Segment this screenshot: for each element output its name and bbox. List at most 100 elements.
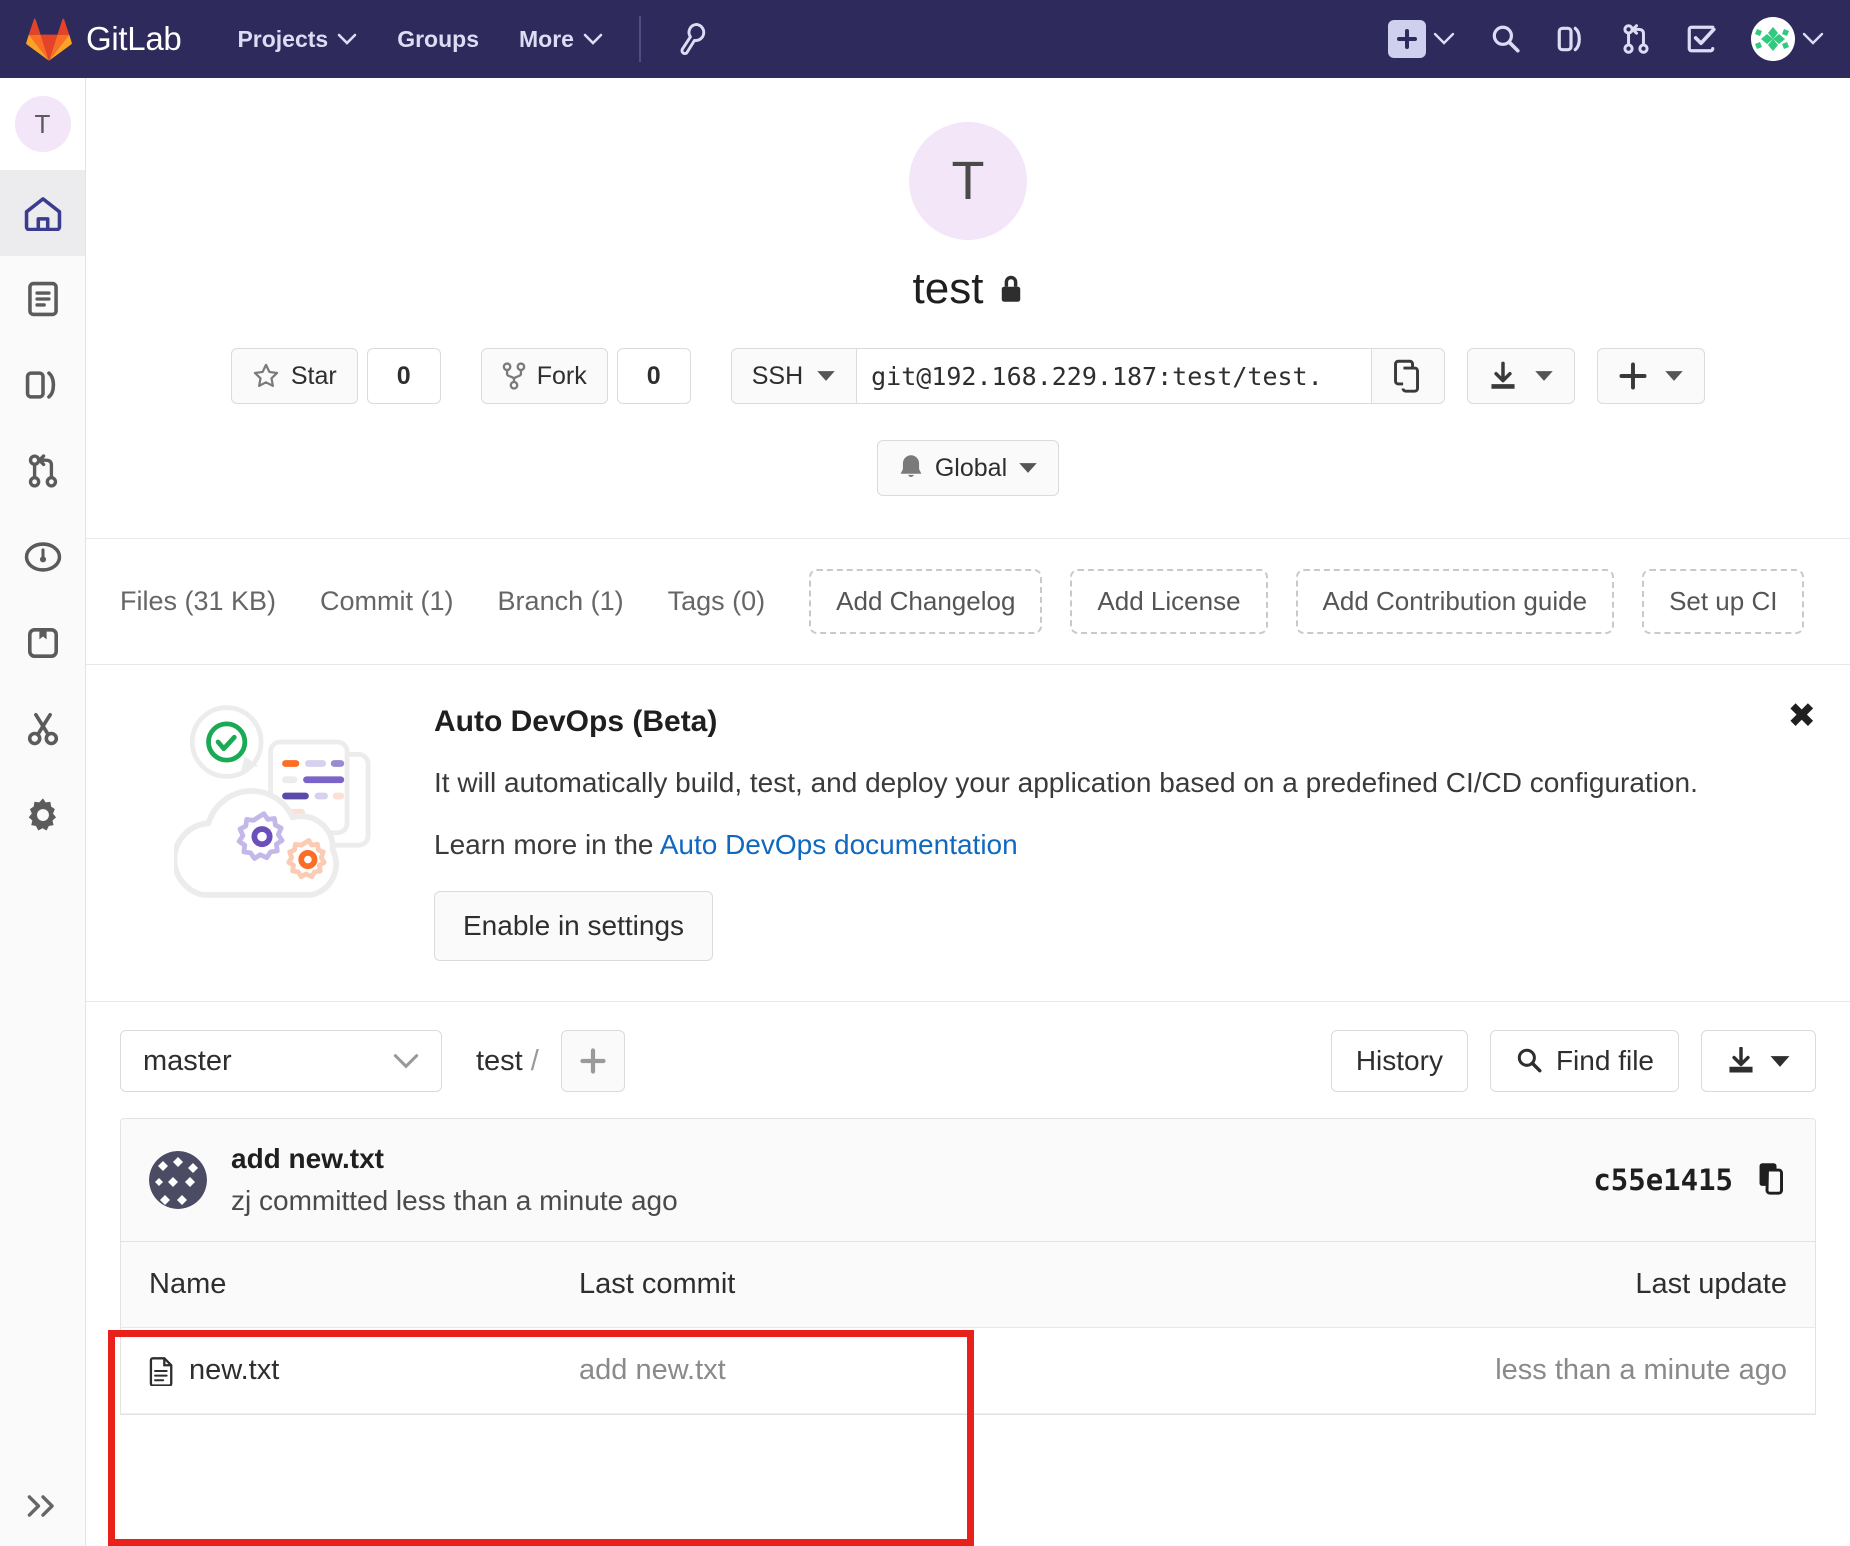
branch-selector[interactable]: master: [120, 1030, 442, 1092]
sidebar-item-merge-requests[interactable]: [0, 428, 85, 514]
caret-down-icon: [817, 371, 835, 381]
add-license-button[interactable]: Add License: [1070, 569, 1268, 634]
project-stats-row: Files (31 KB) Commit (1) Branch (1) Tags…: [86, 539, 1850, 664]
nav-projects-label: Projects: [237, 25, 329, 52]
plus-icon: [580, 1048, 606, 1074]
search-button[interactable]: [1489, 23, 1521, 55]
merge-requests-icon: [1623, 24, 1649, 54]
page-title: test: [86, 264, 1850, 314]
copy-url-button[interactable]: [1371, 348, 1446, 404]
files-toolbar: master test / History Find file: [86, 1001, 1850, 1118]
sidebar-item-issues[interactable]: [0, 342, 85, 428]
clone-protocol-dropdown[interactable]: SSH: [730, 348, 857, 404]
download-icon: [1729, 1047, 1753, 1073]
star-count[interactable]: 0: [366, 348, 441, 404]
nav-projects[interactable]: Projects: [237, 26, 357, 53]
copy-sha-button[interactable]: [1757, 1161, 1787, 1200]
star-group: Star 0: [230, 348, 441, 404]
avatar: [1751, 17, 1795, 61]
nav-more[interactable]: More: [519, 26, 603, 53]
files-toolbar-right: History Find file: [1330, 1030, 1816, 1092]
sidebar-item-repository[interactable]: [0, 256, 85, 342]
add-dropdown[interactable]: [1597, 348, 1706, 404]
fork-button[interactable]: Fork: [480, 348, 608, 404]
stat-tags[interactable]: Tags (0): [668, 586, 766, 617]
column-header-name: Name: [149, 1268, 227, 1300]
primary-nav: Projects Groups More: [237, 26, 603, 53]
file-last-commit[interactable]: add new.txt: [579, 1354, 1367, 1387]
chevron-down-icon: [583, 33, 603, 45]
plus-icon: [1619, 362, 1647, 390]
clone-protocol-label: SSH: [751, 361, 804, 390]
clone-group: SSH git@192.168.229.187:test/test.: [730, 348, 1446, 404]
chevron-down-icon: [1802, 32, 1824, 45]
gitlab-brand[interactable]: GitLab: [26, 17, 182, 61]
nav-more-label: More: [518, 25, 574, 52]
table-row[interactable]: new.txt add new.txt less than a minute a…: [121, 1328, 1815, 1414]
notification-label: Global: [934, 453, 1008, 482]
issues-icon: [25, 371, 55, 399]
brand-name: GitLab: [86, 20, 182, 57]
file-name-cell: new.txt: [149, 1354, 579, 1387]
sidebar-collapse-button[interactable]: [0, 1466, 86, 1546]
merge-requests-button[interactable]: [1621, 23, 1651, 55]
left-sidebar: T: [0, 78, 86, 1546]
auto-devops-learn-more: Learn more in the Auto DevOps documentat…: [434, 829, 1814, 861]
file-last-update: less than a minute ago: [1495, 1354, 1787, 1386]
add-contribution-guide-button[interactable]: Add Contribution guide: [1295, 569, 1615, 634]
caret-down-icon: [1770, 1055, 1790, 1067]
stat-commits[interactable]: Commit (1): [320, 586, 454, 617]
nav-groups[interactable]: Groups: [397, 26, 479, 53]
copy-icon: [1394, 359, 1420, 393]
sidebar-item-packages[interactable]: [0, 600, 85, 686]
top-navbar: GitLab Projects Groups More: [0, 0, 1850, 78]
scissors-icon: [27, 712, 58, 746]
commit-sha[interactable]: c55e1415: [1593, 1163, 1733, 1197]
clone-url-input[interactable]: git@192.168.229.187:test/test.: [856, 348, 1372, 404]
sidebar-item-snippets[interactable]: [0, 686, 85, 772]
bell-icon: [900, 455, 922, 477]
commit-title[interactable]: add new.txt: [231, 1143, 678, 1175]
history-button[interactable]: History: [1330, 1030, 1468, 1092]
admin-area-button[interactable]: [677, 22, 707, 56]
column-header-last-update: Last update: [1635, 1268, 1787, 1300]
notification-dropdown[interactable]: Global: [876, 440, 1060, 496]
todos-button[interactable]: [1685, 23, 1717, 55]
stat-branches[interactable]: Branch (1): [498, 586, 624, 617]
fork-icon: [502, 362, 526, 390]
navbar-right-actions: [1388, 17, 1824, 61]
breadcrumb-separator: /: [530, 1044, 539, 1077]
project-avatar: T: [909, 122, 1027, 240]
main-content: T test Star 0 Fork 0 SSH git@192.168.229…: [86, 78, 1850, 1546]
commit-sha-group: c55e1415: [1593, 1161, 1787, 1200]
last-commit-text: add new.txt zj committed less than a min…: [231, 1143, 678, 1217]
file-text-icon: [149, 1356, 173, 1386]
add-to-tree-button[interactable]: [560, 1030, 625, 1092]
download-dropdown-button[interactable]: [1701, 1030, 1816, 1092]
user-menu[interactable]: [1751, 17, 1824, 61]
sidebar-item-project-overview[interactable]: [0, 170, 85, 256]
sidebar-project-link[interactable]: T: [0, 78, 85, 170]
fork-count[interactable]: 0: [616, 348, 691, 404]
star-icon: [253, 363, 279, 388]
sidebar-item-settings[interactable]: [0, 772, 85, 858]
find-file-button[interactable]: Find file: [1489, 1030, 1679, 1092]
fork-label: Fork: [536, 361, 587, 390]
add-changelog-button[interactable]: Add Changelog: [809, 569, 1043, 634]
issues-button[interactable]: [1555, 23, 1587, 55]
file-name-link[interactable]: new.txt: [189, 1354, 279, 1387]
download-source-dropdown[interactable]: [1467, 348, 1576, 404]
star-button[interactable]: Star: [230, 348, 358, 404]
close-icon[interactable]: ✖: [1788, 699, 1817, 733]
new-item-dropdown[interactable]: [1388, 20, 1455, 58]
breadcrumb-root[interactable]: test: [476, 1045, 523, 1077]
set-up-ci-button[interactable]: Set up CI: [1642, 569, 1805, 634]
star-label: Star: [290, 361, 337, 390]
auto-devops-docs-link[interactable]: Auto DevOps documentation: [660, 829, 1018, 860]
sidebar-item-ci-cd[interactable]: [0, 514, 85, 600]
caret-down-icon: [1019, 463, 1037, 473]
cloud-gears-illustration: [171, 699, 394, 961]
stat-files[interactable]: Files (31 KB): [120, 586, 276, 617]
enable-in-settings-button[interactable]: Enable in settings: [434, 891, 714, 961]
auto-devops-text: Auto DevOps (Beta) It will automatically…: [434, 699, 1814, 961]
